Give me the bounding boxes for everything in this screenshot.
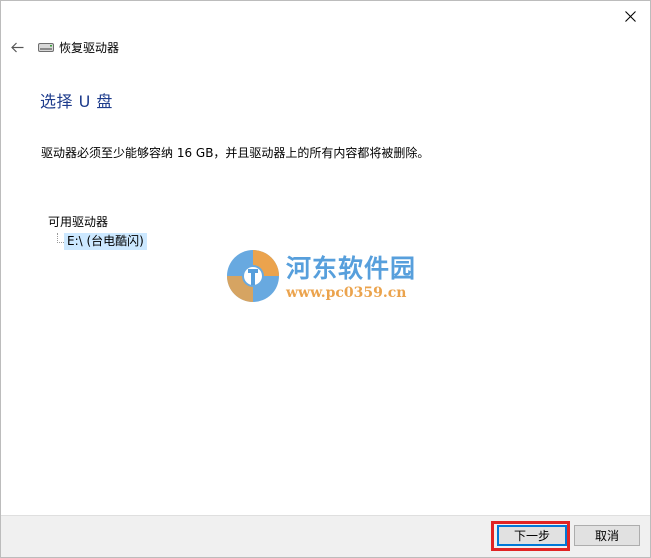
back-arrow-icon — [10, 42, 23, 52]
drive-icon — [38, 42, 54, 52]
next-button[interactable]: 下一步 — [497, 525, 567, 546]
drive-list-item[interactable]: E:\ (台电酷闪) — [64, 233, 147, 250]
logo-icon — [227, 250, 279, 302]
watermark: 河东软件园 www.pc0359.cn — [224, 247, 429, 309]
back-button[interactable] — [9, 39, 25, 55]
available-drives-label: 可用驱动器 — [48, 215, 109, 229]
description-text: 驱动器必须至少能够容纳 16 GB，并且驱动器上的所有内容都将被删除。 — [41, 146, 430, 160]
close-button[interactable] — [610, 1, 650, 31]
footer-bar: 下一步 取消 — [1, 515, 650, 557]
page-title: 选择 U 盘 — [40, 92, 113, 111]
watermark-url: www.pc0359.cn — [286, 285, 407, 301]
close-icon — [624, 10, 636, 22]
window-title: 恢复驱动器 — [59, 40, 120, 55]
recovery-drive-window: 恢复驱动器 选择 U 盘 驱动器必须至少能够容纳 16 GB，并且驱动器上的所有… — [0, 0, 651, 558]
watermark-name: 河东软件园 — [286, 254, 417, 283]
nav-bar: 恢复驱动器 — [9, 37, 119, 57]
cancel-button[interactable]: 取消 — [574, 525, 640, 546]
